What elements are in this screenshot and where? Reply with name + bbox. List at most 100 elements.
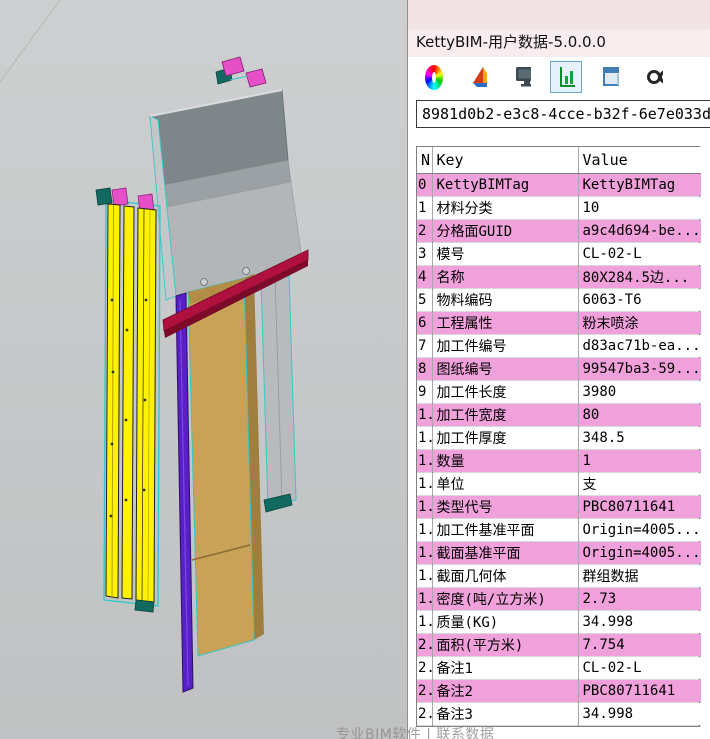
row-key-cell: 分格面GUID — [432, 220, 578, 243]
row-value-cell: 群组数据 — [578, 565, 701, 588]
row-key-cell: 加工件宽度 — [432, 404, 578, 427]
screw-icon — [243, 268, 250, 275]
row-key-cell: 图纸编号 — [432, 358, 578, 381]
table-row[interactable]: 1. 加工件宽度 80 — [417, 404, 701, 427]
row-index-cell: 9 — [417, 381, 432, 404]
viewport-3d[interactable] — [0, 0, 407, 739]
row-value-cell: 34.998 — [578, 703, 701, 726]
row-value-cell: PBC80711641 — [578, 680, 701, 703]
row-index-cell: 1. — [417, 427, 432, 450]
model-infill-panel[interactable] — [188, 274, 264, 656]
table-row[interactable]: 8 图纸编号 99547ba3-59... — [417, 358, 701, 381]
row-key-cell: 加工件长度 — [432, 381, 578, 404]
row-value-cell: 2.73 — [578, 588, 701, 611]
row-index-cell: 2. — [417, 680, 432, 703]
row-key-cell: 备注1 — [432, 657, 578, 680]
materials-button[interactable] — [462, 61, 494, 93]
table-row[interactable]: 2. 备注1 CL-02-L — [417, 657, 701, 680]
row-value-cell: KettyBIMTag — [578, 174, 701, 197]
guid-input[interactable]: 8981d0b2-e3c8-4cce-b32f-6e7e033de — [416, 100, 710, 128]
table-row[interactable]: 1. 质量(KG) 34.998 — [417, 611, 701, 634]
row-index-cell: 6 — [417, 312, 432, 335]
row-key-cell: 单位 — [432, 473, 578, 496]
data-chart-icon — [557, 64, 575, 90]
table-row[interactable]: 2. 备注3 34.998 — [417, 703, 701, 726]
row-value-cell: Origin=4005... — [578, 519, 701, 542]
row-key-cell: 备注2 — [432, 680, 578, 703]
row-key-cell: 质量(KG) — [432, 611, 578, 634]
table-row[interactable]: 1. 加工件厚度 348.5 — [417, 427, 701, 450]
row-value-cell: 99547ba3-59... — [578, 358, 701, 381]
col-header-index[interactable]: N — [417, 147, 432, 174]
table-row[interactable]: 1. 截面几何体 群组数据 — [417, 565, 701, 588]
row-value-cell: 6063-T6 — [578, 289, 701, 312]
table-row[interactable]: 3 模号 CL-02-L — [417, 243, 701, 266]
row-value-cell: 80X284.5边... — [578, 266, 701, 289]
row-value-cell: 3980 — [578, 381, 701, 404]
row-key-cell: 物料编码 — [432, 289, 578, 312]
color-wheel-icon — [425, 65, 443, 90]
col-header-value[interactable]: Value — [578, 147, 701, 174]
table-row[interactable]: 1. 单位 支 — [417, 473, 701, 496]
row-key-cell: 工程属性 — [432, 312, 578, 335]
row-index-cell: 1. — [417, 473, 432, 496]
row-index-cell: 4 — [417, 266, 432, 289]
table-row[interactable]: 1 材料分类 10 — [417, 197, 701, 220]
row-index-cell: 1. — [417, 565, 432, 588]
row-index-cell: 1 — [417, 197, 432, 220]
panel-titlebar[interactable]: KettyBIM-用户数据-5.0.0.0 — [408, 29, 710, 57]
row-index-cell: 1. — [417, 588, 432, 611]
row-index-cell: 1. — [417, 496, 432, 519]
monitor-icon — [513, 63, 531, 91]
row-value-cell: d83ac71b-ea... — [578, 335, 701, 358]
data-chart-button[interactable] — [550, 61, 582, 93]
row-key-cell: 加工件厚度 — [432, 427, 578, 450]
row-value-cell: PBC80711641 — [578, 496, 701, 519]
user-data-table[interactable]: N Key Value 0 KettyBIMTag KettyBIMTag 1 … — [416, 146, 700, 727]
row-index-cell: 2. — [417, 634, 432, 657]
table-row[interactable]: 1. 密度(吨/立方米) 2.73 — [417, 588, 701, 611]
row-index-cell: 1. — [417, 542, 432, 565]
row-index-cell: 3 — [417, 243, 432, 266]
table-row[interactable]: 4 名称 80X284.5边... — [417, 266, 701, 289]
monitor-button[interactable] — [506, 61, 538, 93]
table-row[interactable]: 9 加工件长度 3980 — [417, 381, 701, 404]
row-index-cell: 5 — [417, 289, 432, 312]
row-index-cell: 0 — [417, 174, 432, 197]
model-svg[interactable] — [0, 0, 407, 739]
color-wheel-button[interactable] — [418, 61, 450, 93]
table-row[interactable]: 1. 截面基准平面 Origin=4005... — [417, 542, 701, 565]
app-window: KettyBIM-用户数据-5.0.0.0 — [0, 0, 710, 739]
row-value-cell: CL-02-L — [578, 243, 701, 266]
table-row[interactable]: 2. 备注2 PBC80711641 — [417, 680, 701, 703]
table-row[interactable]: 5 物料编码 6063-T6 — [417, 289, 701, 312]
panel-window-button[interactable] — [594, 61, 626, 93]
table-row[interactable]: 6 工程属性 粉末喷涂 — [417, 312, 701, 335]
row-index-cell: 2. — [417, 703, 432, 726]
row-value-cell: 34.998 — [578, 611, 701, 634]
row-key-cell: KettyBIMTag — [432, 174, 578, 197]
row-index-cell: 2. — [417, 657, 432, 680]
row-value-cell: 支 — [578, 473, 701, 496]
materials-pyramid-icon — [469, 63, 487, 91]
panel-window-icon — [601, 64, 619, 90]
row-value-cell: 粉末喷涂 — [578, 312, 701, 335]
table-row[interactable]: 7 加工件编号 d83ac71b-ea... — [417, 335, 701, 358]
table-row[interactable]: 2. 面积(平方米) 7.754 — [417, 634, 701, 657]
row-value-cell: 7.754 — [578, 634, 701, 657]
table-row[interactable]: 1. 类型代号 PBC80711641 — [417, 496, 701, 519]
screw-icon — [201, 279, 208, 286]
table-row[interactable]: 1. 加工件基准平面 Origin=4005... — [417, 519, 701, 542]
row-key-cell: 模号 — [432, 243, 578, 266]
col-header-key[interactable]: Key — [432, 147, 578, 174]
table-row[interactable]: 0 KettyBIMTag KettyBIMTag — [417, 174, 701, 197]
row-value-cell: Origin=4005... — [578, 542, 701, 565]
table-row[interactable]: 1. 数量 1 — [417, 450, 701, 473]
binoculars-button[interactable] — [638, 61, 670, 93]
row-key-cell: 截面基准平面 — [432, 542, 578, 565]
table-row[interactable]: 2 分格面GUID a9c4d694-be... — [417, 220, 701, 243]
panel-top-strip — [408, 0, 710, 29]
panel-title: KettyBIM-用户数据-5.0.0.0 — [416, 33, 606, 51]
row-value-cell: 10 — [578, 197, 701, 220]
row-index-cell: 8 — [417, 358, 432, 381]
